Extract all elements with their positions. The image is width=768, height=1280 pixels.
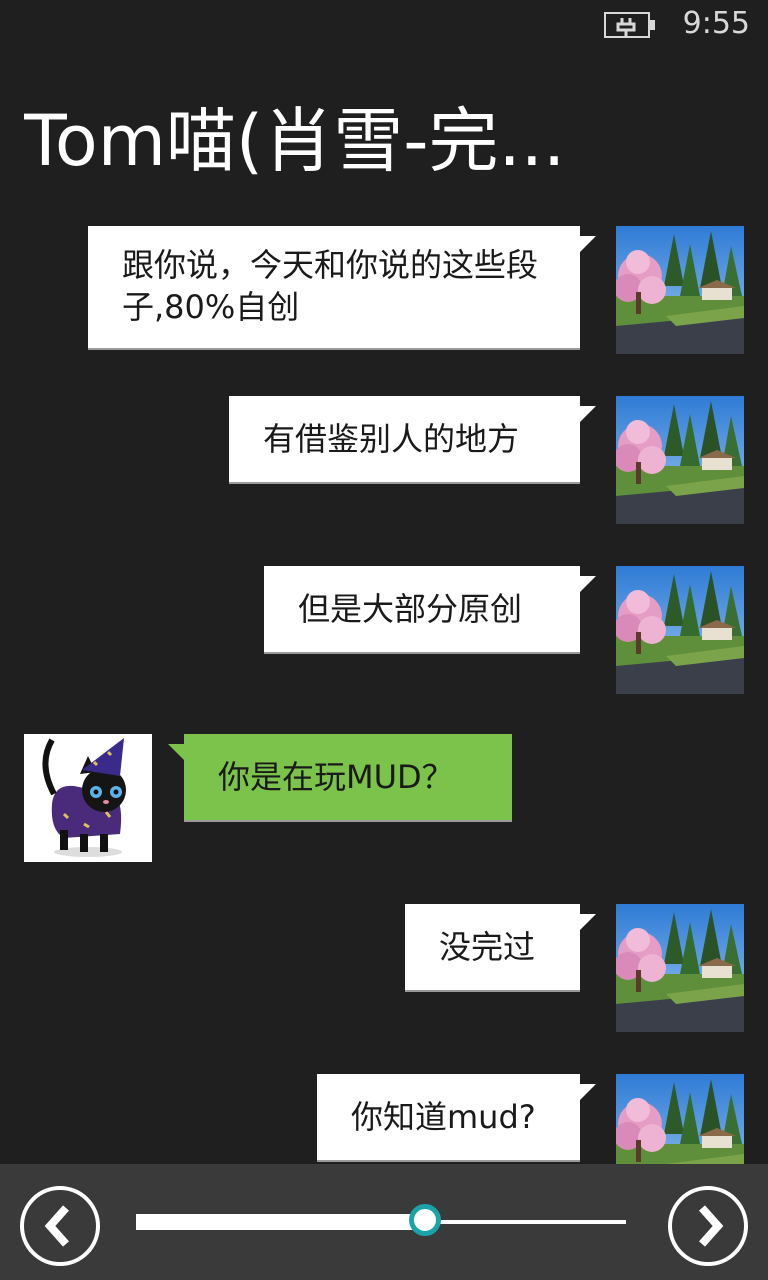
previous-button[interactable] — [20, 1186, 100, 1266]
message-bubble: 没完过 — [405, 904, 580, 990]
message-text: 你知道mud? — [351, 1098, 536, 1136]
conversation-title: Tom喵(肖雪-完... — [24, 100, 566, 182]
chevron-left-icon — [44, 1205, 69, 1247]
landscape-avatar[interactable] — [616, 566, 744, 694]
message-bubble: 但是大部分原创 — [264, 566, 580, 652]
message-text: 但是大部分原创 — [298, 590, 523, 628]
next-button[interactable] — [668, 1186, 748, 1266]
landscape-avatar[interactable] — [616, 904, 744, 1032]
progress-slider[interactable] — [136, 1204, 626, 1236]
landscape-avatar[interactable] — [616, 226, 744, 354]
status-bar: 9:55 — [0, 0, 768, 50]
landscape-avatar[interactable] — [616, 396, 744, 524]
slider-fill — [136, 1214, 425, 1230]
battery-charging-icon — [604, 12, 655, 38]
playback-bar — [0, 1164, 768, 1280]
bubble-tail — [168, 744, 184, 760]
bubble-tail — [580, 236, 596, 252]
message-text: 没完过 — [439, 928, 536, 966]
message-bubble: 跟你说，今天和你说的这些段子,80%自创 — [88, 226, 580, 348]
bubble-tail — [580, 914, 596, 930]
bubble-tail — [580, 576, 596, 592]
message-text: 跟你说，今天和你说的这些段子,80%自创 — [122, 246, 539, 326]
slider-thumb[interactable] — [409, 1204, 441, 1236]
chevron-right-icon — [699, 1205, 724, 1247]
black-cat-wizard-avatar[interactable] — [24, 734, 152, 862]
bubble-tail — [580, 1084, 596, 1100]
bubble-tail — [580, 406, 596, 422]
message-bubble: 你是在玩MUD？ — [184, 734, 512, 820]
message-text: 你是在玩MUD？ — [218, 758, 454, 796]
message-bubble: 有借鉴别人的地方 — [229, 396, 580, 482]
slider-remaining — [425, 1220, 626, 1224]
landscape-avatar[interactable] — [616, 1074, 744, 1164]
clock: 9:55 — [682, 6, 750, 41]
message-bubble: 你知道mud? — [317, 1074, 580, 1160]
message-text: 有借鉴别人的地方 — [263, 420, 520, 458]
